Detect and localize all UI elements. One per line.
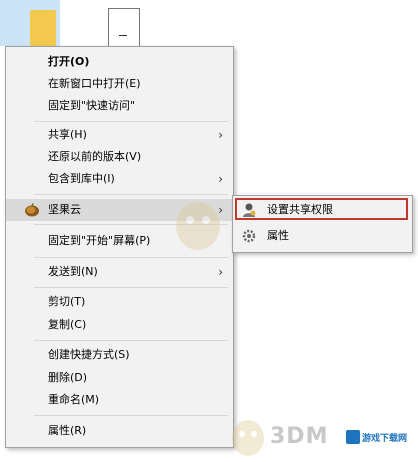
- menu-item-label: 固定到"快速访问": [48, 99, 136, 112]
- menu-item-pin-quick-access[interactable]: 固定到"快速访问": [6, 95, 233, 117]
- menu-separator: [34, 340, 228, 341]
- menu-item-share[interactable]: 共享(H) ›: [6, 124, 233, 146]
- menu-item-cut[interactable]: 剪切(T): [6, 291, 233, 313]
- menu-item-open[interactable]: 打开(O): [6, 51, 233, 73]
- watermark-mascot-icon: [232, 420, 264, 456]
- menu-item-create-shortcut[interactable]: 创建快捷方式(S): [6, 344, 233, 366]
- menu-item-label: 打开(O): [48, 55, 90, 68]
- gear-icon: [242, 229, 256, 243]
- menu-item-send-to[interactable]: 发送到(N) ›: [6, 261, 233, 283]
- menu-item-label: 在新窗口中打开(E): [48, 77, 141, 90]
- submenu-item-label: 属性: [267, 229, 289, 242]
- menu-separator: [34, 287, 228, 288]
- menu-separator: [34, 415, 228, 416]
- menu-item-properties[interactable]: 属性(R): [6, 420, 233, 442]
- menu-separator: [34, 121, 228, 122]
- menu-item-label: 创建快捷方式(S): [48, 348, 130, 361]
- menu-separator: [34, 257, 228, 258]
- nutstore-submenu: 设置共享权限 属性: [232, 195, 413, 253]
- menu-item-label: 发送到(N): [48, 265, 98, 278]
- menu-item-label: 坚果云: [48, 203, 81, 216]
- menu-item-delete[interactable]: 删除(D): [6, 367, 233, 389]
- menu-item-label: 还原以前的版本(V): [48, 150, 142, 163]
- menu-item-label: 包含到库中(I): [48, 172, 115, 185]
- menu-item-label: 剪切(T): [48, 295, 86, 308]
- document-icon-line: [119, 35, 127, 36]
- desktop-selected-folder[interactable]: [0, 0, 60, 46]
- menu-item-label: 固定到"开始"屏幕(P): [48, 234, 151, 247]
- watermark-mascot-icon: [176, 202, 220, 250]
- nutstore-icon: [25, 203, 39, 217]
- submenu-item-properties[interactable]: 属性: [233, 224, 412, 248]
- highlight-box: [235, 198, 408, 220]
- menu-item-label: 复制(C): [48, 318, 87, 331]
- menu-item-label: 共享(H): [48, 128, 87, 141]
- menu-item-label: 属性(R): [48, 424, 87, 437]
- menu-item-label: 删除(D): [48, 371, 88, 384]
- watermark-site: 游戏下载网: [362, 434, 408, 444]
- menu-item-rename[interactable]: 重命名(M): [6, 389, 233, 411]
- watermark-brand: 3DM: [270, 424, 329, 449]
- menu-item-copy[interactable]: 复制(C): [6, 314, 233, 336]
- watermark-logo-icon: [346, 430, 360, 444]
- menu-item-label: 重命名(M): [48, 393, 100, 406]
- menu-item-restore-versions[interactable]: 还原以前的版本(V): [6, 146, 233, 168]
- menu-item-open-new-window[interactable]: 在新窗口中打开(E): [6, 73, 233, 95]
- folder-icon: [30, 10, 56, 46]
- chevron-right-icon: ›: [218, 128, 223, 142]
- document-icon[interactable]: [108, 8, 140, 48]
- chevron-right-icon: ›: [218, 265, 223, 279]
